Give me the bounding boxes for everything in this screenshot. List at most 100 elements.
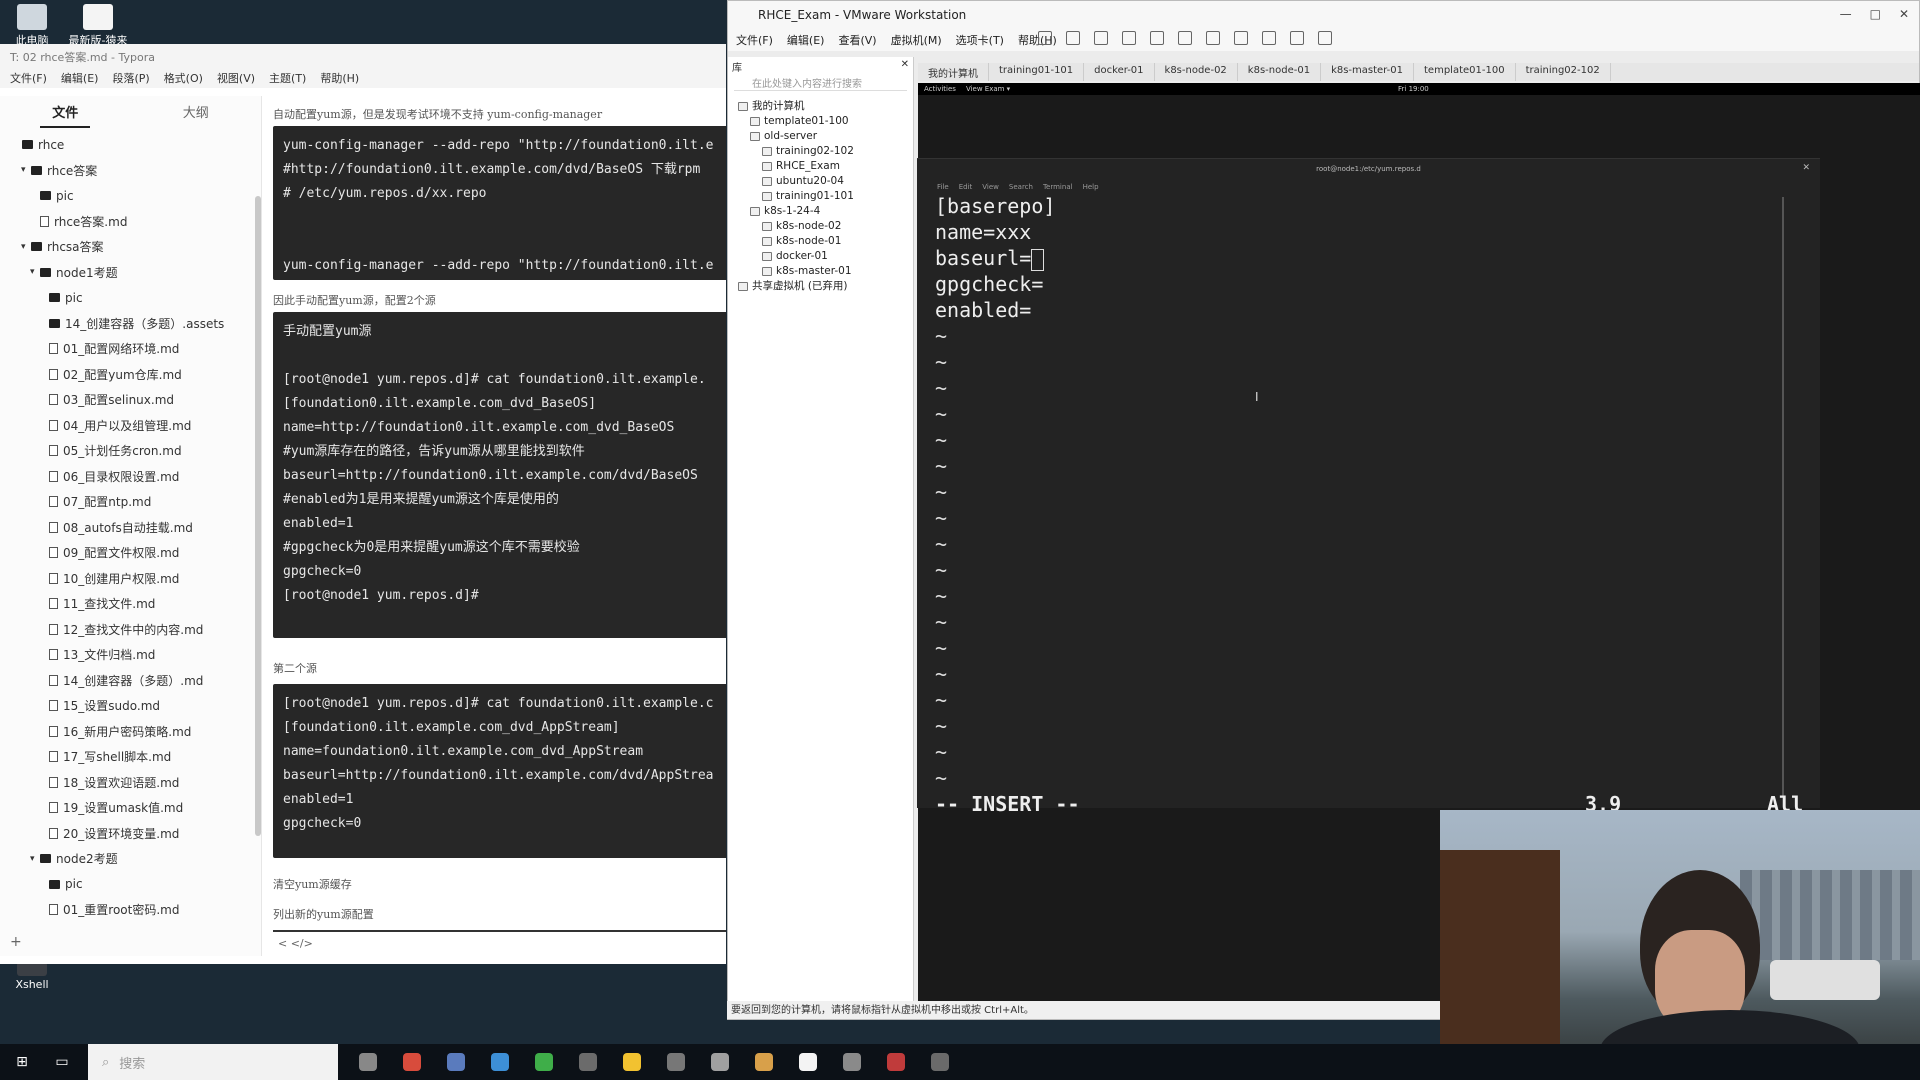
editor-footer[interactable]: < </> <box>273 930 726 956</box>
app3-icon[interactable] <box>698 1044 742 1080</box>
editor[interactable]: 自动配置yum源，但是发现考试环境不支持 yum-config-manager … <box>273 96 726 956</box>
tree-folder[interactable]: pic <box>0 285 251 311</box>
tree-file[interactable]: 10_创建用户权限.md <box>0 566 251 592</box>
tree-file[interactable]: 03_配置selinux.md <box>0 387 251 413</box>
taskbar-search-input[interactable]: ⌕ 搜索 <box>88 1044 338 1080</box>
app-icon[interactable] <box>566 1044 610 1080</box>
menu-edit[interactable]: Edit <box>959 183 973 191</box>
vm-tab[interactable]: 我的计算机 <box>918 63 989 81</box>
close-button[interactable]: ✕ <box>1899 7 1909 21</box>
menu-help[interactable]: Help <box>1083 183 1099 191</box>
tree-file[interactable]: 19_设置umask值.md <box>0 795 251 821</box>
library-search-input[interactable]: 在此处键入内容进行搜索 <box>734 75 907 91</box>
library-item[interactable]: 我的计算机 <box>728 99 913 114</box>
menu-edit[interactable]: 编辑(E) <box>61 70 99 86</box>
maximize-button[interactable]: □ <box>1870 7 1881 21</box>
vm-tab[interactable]: training01-101 <box>989 63 1085 81</box>
tree-folder[interactable]: rhce <box>0 132 251 158</box>
tree-file[interactable]: 09_配置文件权限.md <box>0 540 251 566</box>
revert-icon[interactable] <box>1122 31 1136 45</box>
menu-view[interactable]: 视图(V) <box>217 70 255 86</box>
windows-start-icon[interactable]: ⊞ <box>0 1044 44 1080</box>
tree-file[interactable]: 16_新用户密码策略.md <box>0 719 251 745</box>
expand-chevron-icon[interactable]: ▾ <box>21 242 31 252</box>
library-item[interactable]: RHCE_Exam <box>728 159 913 174</box>
menu-view[interactable]: 查看(V) <box>838 32 876 48</box>
manage-snapshot-icon[interactable] <box>1150 31 1164 45</box>
snapshot-icon[interactable] <box>1094 31 1108 45</box>
library-item[interactable]: template01-100 <box>728 114 913 129</box>
menu-terminal[interactable]: Terminal <box>1043 183 1073 191</box>
console-icon[interactable] <box>1290 31 1304 45</box>
tree-file[interactable]: rhce答案.md <box>0 209 251 235</box>
add-file-icon[interactable]: + <box>10 934 22 950</box>
tree-file[interactable]: 04_用户以及组管理.md <box>0 413 251 439</box>
library-item[interactable]: docker-01 <box>728 249 913 264</box>
library-item[interactable]: k8s-node-01 <box>728 234 913 249</box>
expand-chevron-icon[interactable]: ▾ <box>30 854 40 864</box>
vm-tab[interactable]: template01-100 <box>1414 63 1516 81</box>
menu-help[interactable]: 帮助(H) <box>320 70 359 86</box>
pause-icon[interactable] <box>1038 31 1052 45</box>
vmware-icon[interactable] <box>830 1044 874 1080</box>
library-item[interactable]: k8s-1-24-4 <box>728 204 913 219</box>
wechat-icon[interactable] <box>522 1044 566 1080</box>
library-item[interactable]: 共享虚拟机 (已弃用) <box>728 279 913 294</box>
tree-file[interactable]: 08_autofs自动挂载.md <box>0 515 251 541</box>
menu-vm[interactable]: 虚拟机(M) <box>891 32 942 48</box>
unity-icon[interactable] <box>1262 31 1276 45</box>
vscode-icon[interactable] <box>478 1044 522 1080</box>
vm-tab[interactable]: k8s-master-01 <box>1321 63 1414 81</box>
close-library-icon[interactable]: ✕ <box>901 59 909 71</box>
menu-edit[interactable]: 编辑(E) <box>787 32 825 48</box>
menu-search[interactable]: Search <box>1009 183 1033 191</box>
notes-icon[interactable] <box>610 1044 654 1080</box>
library-item[interactable]: ubuntu20-04 <box>728 174 913 189</box>
sidebar-scrollbar[interactable] <box>255 196 261 836</box>
library-item[interactable]: training01-101 <box>728 189 913 204</box>
stretch-icon[interactable] <box>1318 31 1332 45</box>
terminal-scrollbar[interactable] <box>1782 197 1784 797</box>
wps-icon[interactable] <box>874 1044 918 1080</box>
minimize-button[interactable]: — <box>1840 7 1852 21</box>
tree-file[interactable]: 11_查找文件.md <box>0 591 251 617</box>
fullscreen-icon[interactable] <box>1234 31 1248 45</box>
tree-folder[interactable]: ▾ node1考题 <box>0 260 251 286</box>
app-menu[interactable]: View Exam ▾ <box>966 85 1010 93</box>
tab-files[interactable]: 文件 <box>0 96 131 128</box>
menu-file[interactable]: File <box>937 183 949 191</box>
tree-file[interactable]: 12_查找文件中的内容.md <box>0 617 251 643</box>
tree-folder[interactable]: pic <box>0 183 251 209</box>
tree-file[interactable]: 14_创建容器（多题）.md <box>0 668 251 694</box>
app2-icon[interactable] <box>654 1044 698 1080</box>
activities-button[interactable]: Activities <box>924 85 956 93</box>
chrome-icon[interactable] <box>390 1044 434 1080</box>
tree-folder[interactable]: pic <box>0 872 251 898</box>
menu-view[interactable]: View <box>982 183 999 191</box>
tree-folder[interactable]: ▾ rhcsa答案 <box>0 234 251 260</box>
tree-file[interactable]: 18_设置欢迎语题.md <box>0 770 251 796</box>
menu-tabs[interactable]: 选项卡(T) <box>956 32 1004 48</box>
vm-tab[interactable]: docker-01 <box>1084 63 1155 81</box>
task-view[interactable] <box>346 1044 390 1080</box>
library-item[interactable]: training02-102 <box>728 144 913 159</box>
vm-tab[interactable]: k8s-node-02 <box>1155 63 1238 81</box>
menu-file[interactable]: 文件(F) <box>10 70 47 86</box>
tree-file[interactable]: 20_设置环境变量.md <box>0 821 251 847</box>
tree-file[interactable]: 13_文件归档.md <box>0 642 251 668</box>
thumbnail-icon[interactable] <box>1206 31 1220 45</box>
tree-folder[interactable]: ▾ node2考题 <box>0 846 251 872</box>
task-view-icon[interactable]: ▭ <box>44 1044 80 1080</box>
expand-chevron-icon[interactable]: ▾ <box>21 165 31 175</box>
code-block-3[interactable]: [root@node1 yum.repos.d]# cat foundation… <box>273 684 726 858</box>
vi-buffer[interactable]: [baserepo] name=xxx baseurl= gpgcheck= e… <box>935 193 1055 791</box>
code-block-1[interactable]: yum-config-manager --add-repo "http://fo… <box>273 126 726 280</box>
terminal-close-icon[interactable]: ✕ <box>1802 163 1810 173</box>
tree-file[interactable]: 01_重置root密码.md <box>0 897 251 922</box>
tab-outline[interactable]: 大纲 <box>131 96 262 124</box>
menu-file[interactable]: 文件(F) <box>736 32 773 48</box>
menu-paragraph[interactable]: 段落(P) <box>112 70 149 86</box>
tree-file[interactable]: 05_计划任务cron.md <box>0 438 251 464</box>
vm-tab[interactable]: training02-102 <box>1516 63 1611 81</box>
tree-folder[interactable]: 14_创建容器（多题）.assets <box>0 311 251 337</box>
